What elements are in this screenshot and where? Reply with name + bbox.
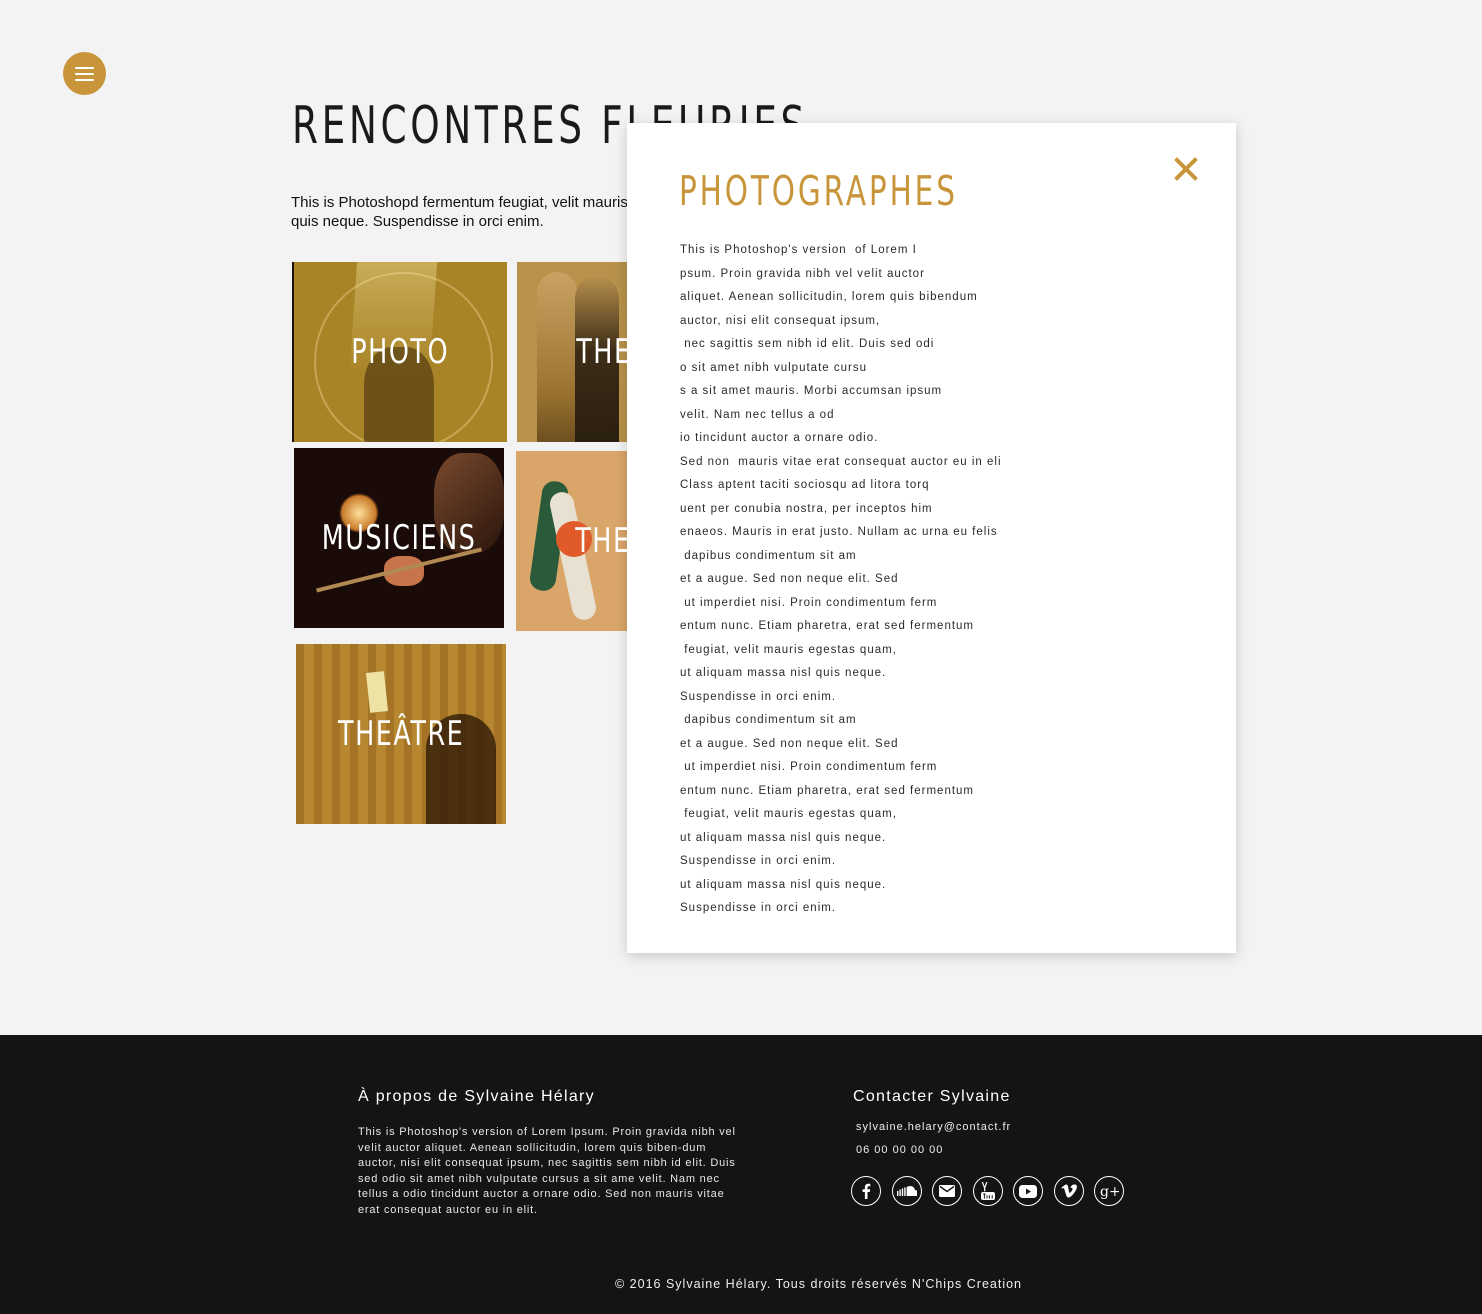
modal-text-line: entum nunc. Etiam pharetra, erat sed fer… — [680, 784, 975, 797]
modal-text-line: Suspendisse in orci enim. — [680, 690, 837, 703]
facebook-icon[interactable] — [851, 1176, 881, 1206]
modal-text-line: Suspendisse in orci enim. — [680, 902, 837, 914]
google-plus-icon[interactable]: g+ — [1094, 1176, 1124, 1206]
modal-text-line: et a augue. Sed non neque elit. Sed — [680, 737, 899, 750]
modal-text-line: auctor, nisi elit consequat ipsum, — [680, 314, 881, 327]
modal-text-line: aliquet. Aenean sollicitudin, lorem quis… — [680, 291, 978, 303]
modal-text-line: uent per conubia nostra, per inceptos hi… — [680, 502, 933, 515]
gallery-tile-theatre-partial-2[interactable]: THE — [516, 451, 629, 631]
modal-text-line: o sit amet nibh vulputate cursu — [680, 361, 867, 374]
gallery-tile-theatre[interactable]: THEÂTRE — [296, 644, 506, 824]
modal-text-line: nec sagittis sem nibh id elit. Duis sed … — [680, 338, 935, 350]
hamburger-icon-bar — [75, 78, 94, 81]
modal-text-line: This is Photoshop's version of Lorem I — [680, 244, 917, 256]
modal-text-line: feugiat, velit mauris egestas quam, — [680, 643, 897, 656]
modal-text-line: ut imperdiet nisi. Proin condimentum fer… — [680, 761, 938, 773]
modal-text-line: dapibus condimentum sit am — [680, 549, 857, 562]
modal-text-line: Sed non mauris vitae erat consequat auct… — [680, 455, 1002, 468]
contact-email-link[interactable]: sylvaine.helary@contact.fr — [856, 1121, 1011, 1133]
modal-text-line: ut aliquam massa nisl quis neque. — [680, 667, 887, 679]
modal-text-line: ut aliquam massa nisl quis neque. — [680, 831, 887, 844]
modal-text-line: Suspendisse in orci enim. — [680, 855, 837, 867]
about-text: This is Photoshop's version of Lorem Ips… — [358, 1126, 736, 1216]
about-title: À propos de Sylvaine Hélary — [358, 1088, 595, 1105]
modal-text-line: et a augue. Sed non neque elit. Sed — [680, 573, 899, 585]
modal-text-line: s a sit amet mauris. Morbi accumsan ipsu… — [680, 385, 943, 397]
tile-label: THE — [576, 332, 629, 372]
modal-body-text: This is Photoshop's version of Lorem I p… — [680, 239, 1002, 921]
menu-button[interactable] — [63, 52, 106, 95]
social-links: g+ — [851, 1176, 1124, 1206]
gallery-tile-musiciens[interactable]: MUSICIENS — [294, 448, 504, 628]
tile-image-decoration — [365, 671, 389, 713]
close-icon[interactable] — [1173, 156, 1199, 182]
modal-text-line: velit. Nam nec tellus a od — [680, 408, 835, 421]
youtube-play-icon[interactable] — [1013, 1176, 1043, 1206]
modal-text-line: ut imperdiet nisi. Proin condimentum fer… — [680, 596, 938, 609]
modal-text-line: psum. Proin gravida nibh vel velit aucto… — [680, 267, 925, 280]
modal-text-line: dapibus condimentum sit am — [680, 714, 857, 726]
modal-text-line: enaeos. Mauris in erat justo. Nullam ac … — [680, 526, 998, 538]
contact-phone: 06 00 00 00 00 — [856, 1144, 944, 1156]
youtube-icon[interactable] — [972, 1176, 1003, 1206]
vimeo-icon[interactable] — [1053, 1176, 1084, 1206]
soundcloud-icon[interactable] — [891, 1176, 922, 1206]
hamburger-icon-bar — [75, 66, 94, 69]
modal-text-line: Class aptent taciti sociosqu ad litora t… — [680, 479, 930, 491]
tile-label: MUSICIENS — [321, 518, 477, 558]
tile-image-decoration — [384, 556, 424, 586]
tile-image-decoration — [537, 272, 577, 442]
site-footer: À propos de Sylvaine Hélary This is Phot… — [0, 1035, 1482, 1314]
gallery-tile-photo[interactable]: PHOTO — [292, 262, 507, 442]
copyright-text: © 2016 Sylvaine Hélary. Tous droits rése… — [615, 1277, 1023, 1291]
hamburger-icon-bar — [75, 72, 94, 75]
modal-text-line: entum nunc. Etiam pharetra, erat sed fer… — [680, 620, 975, 632]
photographes-modal: PHOTOGRAPHES This is Photoshop's version… — [627, 123, 1236, 953]
svg-text:g+: g+ — [1100, 1184, 1119, 1199]
tile-label: PHOTO — [351, 332, 450, 372]
modal-text-line: io tincidunt auctor a ornare odio. — [680, 432, 879, 444]
tile-image-decoration — [528, 479, 570, 593]
tile-label: THEÂTRE — [337, 714, 465, 754]
contact-title: Contacter Sylvaine — [853, 1088, 1011, 1105]
modal-title: PHOTOGRAPHES — [679, 167, 958, 215]
gallery-tile-theatre-partial[interactable]: THE — [517, 262, 629, 442]
email-icon[interactable] — [932, 1176, 962, 1206]
tile-label: THE — [575, 521, 629, 561]
modal-text-line: feugiat, velit mauris egestas quam, — [680, 808, 897, 820]
modal-text-line: ut aliquam massa nisl quis neque. — [680, 878, 887, 891]
